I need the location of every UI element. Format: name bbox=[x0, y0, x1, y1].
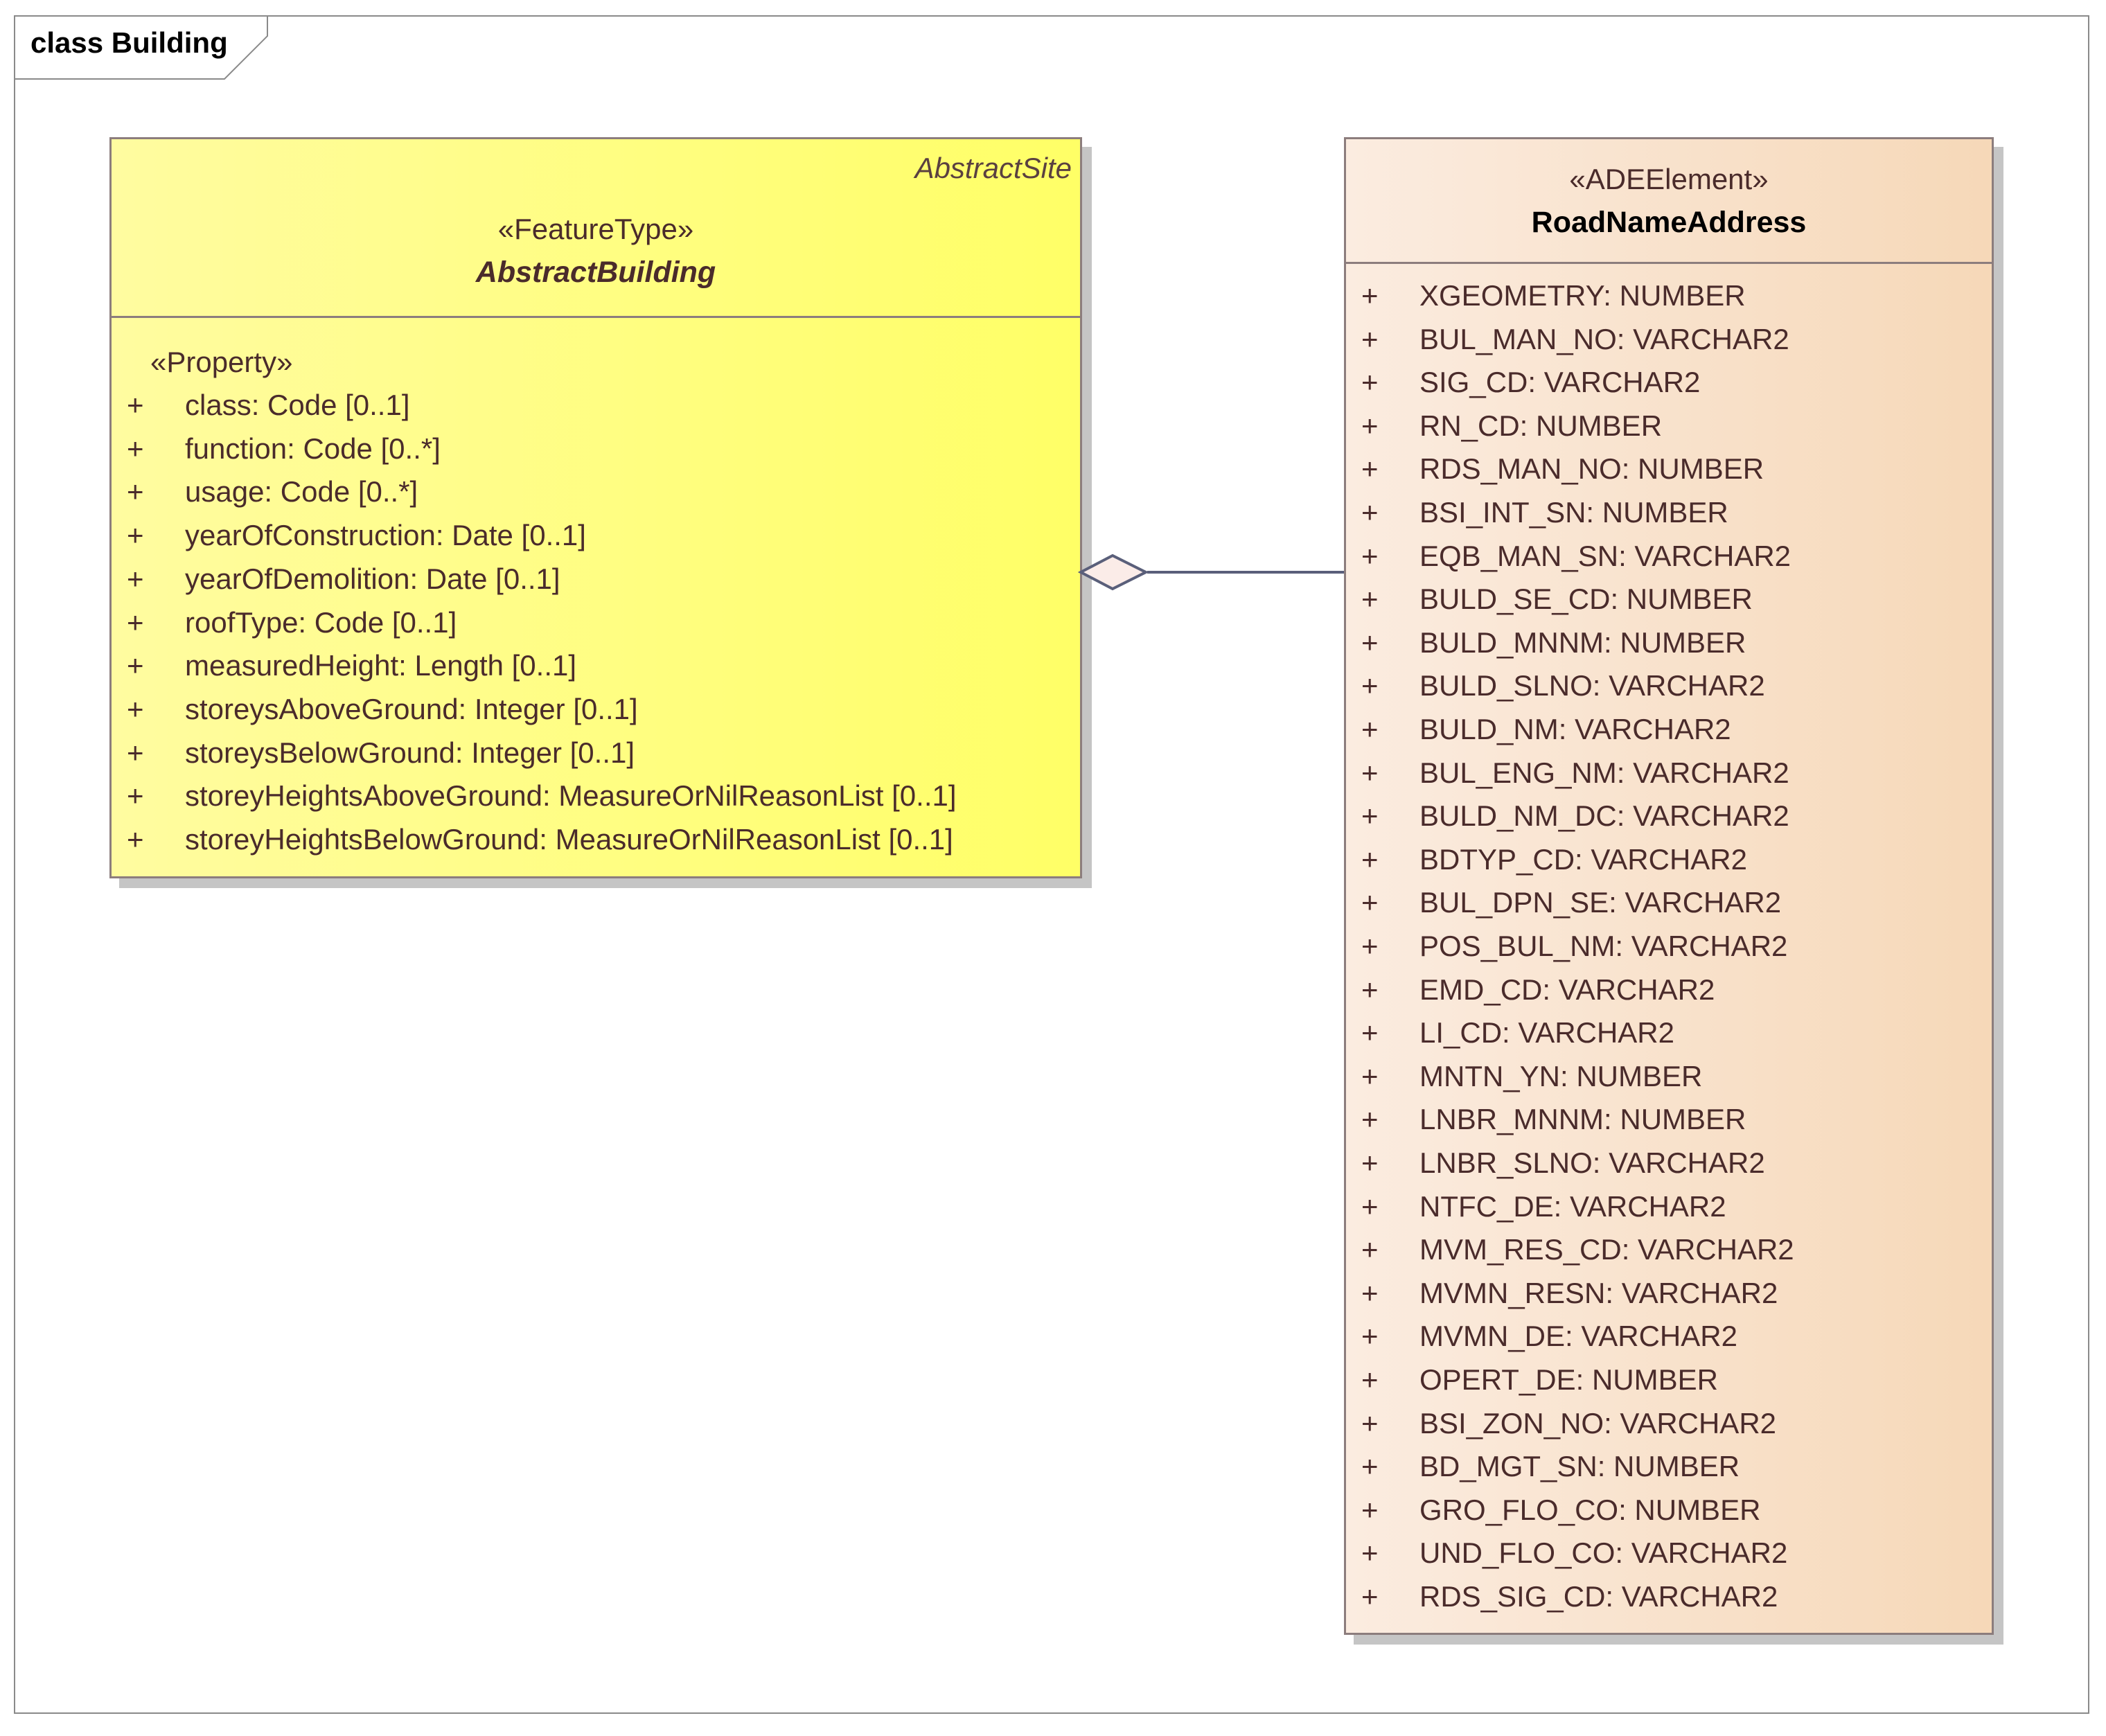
visibility-marker: + bbox=[1361, 1016, 1379, 1049]
visibility-marker: + bbox=[127, 389, 144, 421]
attribute-text: BDTYP_CD: VARCHAR2 bbox=[1419, 842, 1747, 876]
attribute-text: GRO_FLO_CO: NUMBER bbox=[1419, 1493, 1761, 1526]
attribute-text: XGEOMETRY: NUMBER bbox=[1419, 279, 1746, 312]
visibility-marker: + bbox=[1361, 409, 1379, 442]
attribute-text: usage: Code [0..*] bbox=[185, 475, 418, 508]
visibility-marker: + bbox=[1361, 1363, 1379, 1396]
attribute-text: RDS_SIG_CD: VARCHAR2 bbox=[1419, 1580, 1778, 1613]
visibility-marker: + bbox=[1361, 1493, 1379, 1526]
attribute-text: storeyHeightsBelowGround: MeasureOrNilRe… bbox=[185, 823, 953, 856]
attribute-text: LNBR_SLNO: VARCHAR2 bbox=[1419, 1146, 1765, 1179]
attribute-text: BSI_ZON_NO: VARCHAR2 bbox=[1419, 1406, 1777, 1440]
attribute-text: BUL_ENG_NM: VARCHAR2 bbox=[1419, 756, 1789, 789]
aggregation-diamond bbox=[1078, 553, 1149, 591]
visibility-marker: + bbox=[127, 649, 144, 682]
visibility-marker: + bbox=[1361, 973, 1379, 1006]
attribute-text: SIG_CD: VARCHAR2 bbox=[1419, 366, 1701, 399]
attribute-text: roofType: Code [0..1] bbox=[185, 605, 457, 639]
attribute-text: MVM_RES_CD: VARCHAR2 bbox=[1419, 1233, 1794, 1266]
visibility-marker: + bbox=[1361, 842, 1379, 876]
visibility-marker: + bbox=[1361, 886, 1379, 919]
ade-element-stereotype: «ADEElement» bbox=[1569, 163, 1769, 195]
road-name-address-class[interactable]: «ADEElement» RoadNameAddress + XGEOMETRY:… bbox=[1344, 137, 1994, 1635]
attribute-text: storeyHeightsAboveGround: MeasureOrNilRe… bbox=[185, 779, 957, 813]
abstract-building-name: AbstractBuilding bbox=[475, 256, 716, 289]
frame-title: class Building bbox=[30, 26, 228, 59]
visibility-marker: + bbox=[127, 519, 144, 552]
attribute-text: RN_CD: NUMBER bbox=[1419, 409, 1663, 442]
attribute-text: NTFC_DE: VARCHAR2 bbox=[1419, 1189, 1726, 1223]
attribute-text: BUL_DPN_SE: VARCHAR2 bbox=[1419, 886, 1782, 919]
property-stereotype: «Property» bbox=[150, 346, 293, 378]
visibility-marker: + bbox=[1361, 366, 1379, 399]
visibility-marker: + bbox=[1361, 1189, 1379, 1223]
visibility-marker: + bbox=[1361, 1233, 1379, 1266]
attribute-text: EMD_CD: VARCHAR2 bbox=[1419, 973, 1715, 1006]
attribute-text: EQB_MAN_SN: VARCHAR2 bbox=[1419, 539, 1791, 572]
attribute-text: MNTN_YN: NUMBER bbox=[1419, 1059, 1703, 1092]
visibility-marker: + bbox=[1361, 1146, 1379, 1179]
visibility-marker: + bbox=[1361, 1320, 1379, 1353]
visibility-marker: + bbox=[127, 736, 144, 769]
attribute-text: BUL_MAN_NO: VARCHAR2 bbox=[1419, 322, 1789, 355]
attribute-text: BULD_SLNO: VARCHAR2 bbox=[1419, 669, 1765, 702]
attribute-text: MVMN_DE: VARCHAR2 bbox=[1419, 1320, 1737, 1353]
attribute-text: BULD_MNNM: NUMBER bbox=[1419, 626, 1746, 659]
frame-title-tab: class Building bbox=[14, 15, 270, 80]
visibility-marker: + bbox=[1361, 496, 1379, 529]
attribute-text: BULD_SE_CD: NUMBER bbox=[1419, 583, 1753, 616]
attribute-text: storeysBelowGround: Integer [0..1] bbox=[185, 736, 635, 769]
attribute-text: LNBR_MNNM: NUMBER bbox=[1419, 1103, 1746, 1136]
attribute-text: UND_FLO_CO: VARCHAR2 bbox=[1419, 1536, 1788, 1570]
visibility-marker: + bbox=[1361, 713, 1379, 745]
visibility-marker: + bbox=[1361, 799, 1379, 833]
visibility-marker: + bbox=[127, 475, 144, 508]
visibility-marker: + bbox=[1361, 1103, 1379, 1136]
visibility-marker: + bbox=[127, 823, 144, 856]
attribute-text: BULD_NM: VARCHAR2 bbox=[1419, 713, 1731, 745]
visibility-marker: + bbox=[1361, 669, 1379, 702]
visibility-marker: + bbox=[1361, 1406, 1379, 1440]
visibility-marker: + bbox=[1361, 1536, 1379, 1570]
abstract-building-header: AbstractSite «FeatureType» AbstractBuild… bbox=[112, 139, 1080, 318]
visibility-marker: + bbox=[1361, 1059, 1379, 1092]
visibility-marker: + bbox=[1361, 452, 1379, 486]
aggregation-connector[interactable] bbox=[1078, 547, 1347, 597]
attribute-text: POS_BUL_NM: VARCHAR2 bbox=[1419, 930, 1788, 962]
attribute-text: class: Code [0..1] bbox=[185, 389, 410, 421]
visibility-marker: + bbox=[1361, 930, 1379, 962]
parent-class-label: AbstractSite bbox=[914, 152, 1072, 184]
visibility-marker: + bbox=[1361, 539, 1379, 572]
visibility-marker: + bbox=[127, 432, 144, 465]
attribute-text: OPERT_DE: NUMBER bbox=[1419, 1363, 1718, 1396]
attribute-text: yearOfConstruction: Date [0..1] bbox=[185, 519, 586, 552]
visibility-marker: + bbox=[1361, 322, 1379, 355]
visibility-marker: + bbox=[1361, 279, 1379, 312]
feature-type-stereotype: «FeatureType» bbox=[497, 213, 694, 245]
visibility-marker: + bbox=[127, 605, 144, 639]
attribute-text: measuredHeight: Length [0..1] bbox=[185, 649, 577, 682]
visibility-marker: + bbox=[1361, 626, 1379, 659]
road-name-address-name: RoadNameAddress bbox=[1531, 206, 1807, 239]
visibility-marker: + bbox=[1361, 756, 1379, 789]
attribute-text: RDS_MAN_NO: NUMBER bbox=[1419, 452, 1764, 486]
attribute-text: yearOfDemolition: Date [0..1] bbox=[185, 562, 560, 595]
visibility-marker: + bbox=[1361, 1450, 1379, 1483]
attribute-text: function: Code [0..*] bbox=[185, 432, 441, 465]
abstract-building-class[interactable]: AbstractSite «FeatureType» AbstractBuild… bbox=[109, 137, 1082, 878]
attribute-text: storeysAboveGround: Integer [0..1] bbox=[185, 692, 638, 725]
visibility-marker: + bbox=[1361, 583, 1379, 616]
attribute-text: BULD_NM_DC: VARCHAR2 bbox=[1419, 799, 1789, 833]
visibility-marker: + bbox=[1361, 1580, 1379, 1613]
visibility-marker: + bbox=[1361, 1276, 1379, 1309]
attribute-text: BD_MGT_SN: NUMBER bbox=[1419, 1450, 1740, 1483]
visibility-marker: + bbox=[127, 779, 144, 813]
road-name-address-header: «ADEElement» RoadNameAddress bbox=[1346, 139, 1992, 264]
attribute-text: MVMN_RESN: VARCHAR2 bbox=[1419, 1276, 1778, 1309]
visibility-marker: + bbox=[127, 562, 144, 595]
attribute-text: LI_CD: VARCHAR2 bbox=[1419, 1016, 1674, 1049]
visibility-marker: + bbox=[127, 692, 144, 725]
attribute-text: BSI_INT_SN: NUMBER bbox=[1419, 496, 1728, 529]
